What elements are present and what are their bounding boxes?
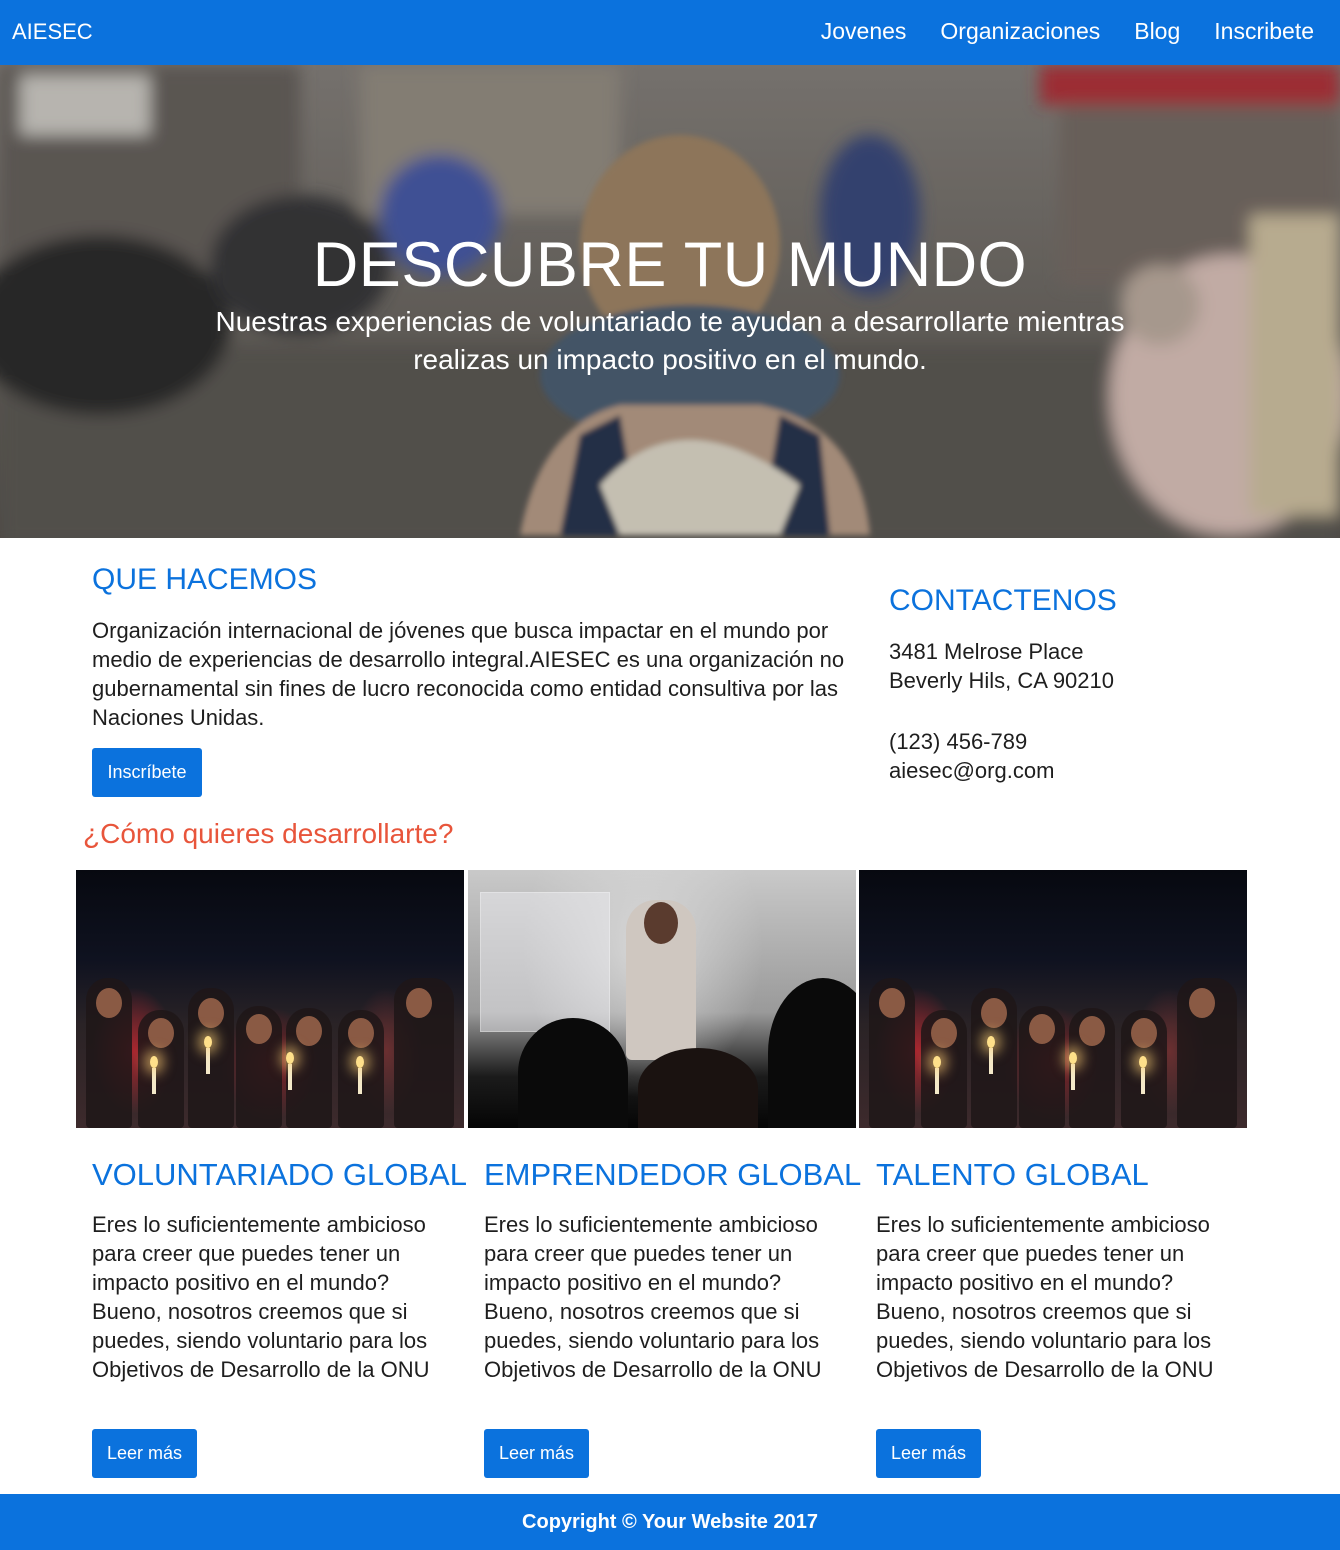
inscribete-button[interactable]: Inscríbete: [92, 748, 202, 797]
candle-group-illustration: [76, 978, 464, 1128]
leer-mas-button-voluntariado[interactable]: Leer más: [92, 1429, 197, 1478]
contact-address-line1: 3481 Melrose Place: [889, 639, 1084, 664]
about-title: QUE HACEMOS: [92, 563, 318, 596]
street-scene-image: [0, 65, 1340, 538]
brand-logo-link[interactable]: AIESEC: [12, 19, 93, 45]
navbar: AIESEC Jovenes Organizaciones Blog Inscr…: [0, 0, 1340, 65]
nav-link-blog[interactable]: Blog: [1134, 16, 1180, 46]
presentation-screen: [480, 892, 610, 1032]
nav-link-organizaciones[interactable]: Organizaciones: [940, 16, 1100, 46]
contact-phone: (123) 456-789: [889, 729, 1028, 754]
card-image-voluntariado: [76, 870, 464, 1128]
card-title-voluntariado: VOLUNTARIADO GLOBAL: [92, 1157, 467, 1192]
card-text-voluntariado: Eres lo suficientemente ambicioso para c…: [92, 1212, 430, 1382]
about-text: Organización internacional de jóvenes qu…: [92, 618, 845, 730]
card-title-emprendedor: EMPRENDEDOR GLOBAL: [484, 1157, 862, 1192]
card-title-talento: TALENTO GLOBAL: [876, 1157, 1149, 1192]
contact-address-line2: Beverly Hils, CA 90210: [889, 668, 1114, 693]
footer: Copyright © Your Website 2017: [0, 1494, 1340, 1550]
leer-mas-button-talento[interactable]: Leer más: [876, 1429, 981, 1478]
hero-background-image: [0, 65, 1340, 538]
card-image-emprendedor: [468, 870, 856, 1128]
hero-section: DESCUBRE TU MUNDO Nuestras experiencias …: [0, 65, 1340, 538]
nav-link-inscribete[interactable]: Inscribete: [1214, 16, 1314, 46]
contact-email[interactable]: aiesec@org.com: [889, 756, 1054, 785]
card-image-talento: [859, 870, 1247, 1128]
hero-title: DESCUBRE TU MUNDO: [312, 230, 1028, 300]
footer-copyright: Copyright © Your Website 2017: [522, 1511, 818, 1533]
nav-links: Jovenes Organizaciones Blog Inscribete: [787, 16, 1314, 46]
card-text-emprendedor: Eres lo suficientemente ambicioso para c…: [484, 1212, 822, 1382]
leer-mas-button-emprendedor[interactable]: Leer más: [484, 1429, 589, 1478]
hero-subtitle: Nuestras experiencias de voluntariado te…: [215, 306, 1125, 375]
contact-title: CONTACTENOS: [889, 584, 1117, 617]
nav-link-jovenes[interactable]: Jovenes: [821, 16, 907, 46]
card-text-talento: Eres lo suficientemente ambicioso para c…: [876, 1212, 1214, 1382]
candle-group-illustration: [859, 978, 1247, 1128]
develop-title: ¿Cómo quieres desarrollarte?: [83, 818, 454, 849]
